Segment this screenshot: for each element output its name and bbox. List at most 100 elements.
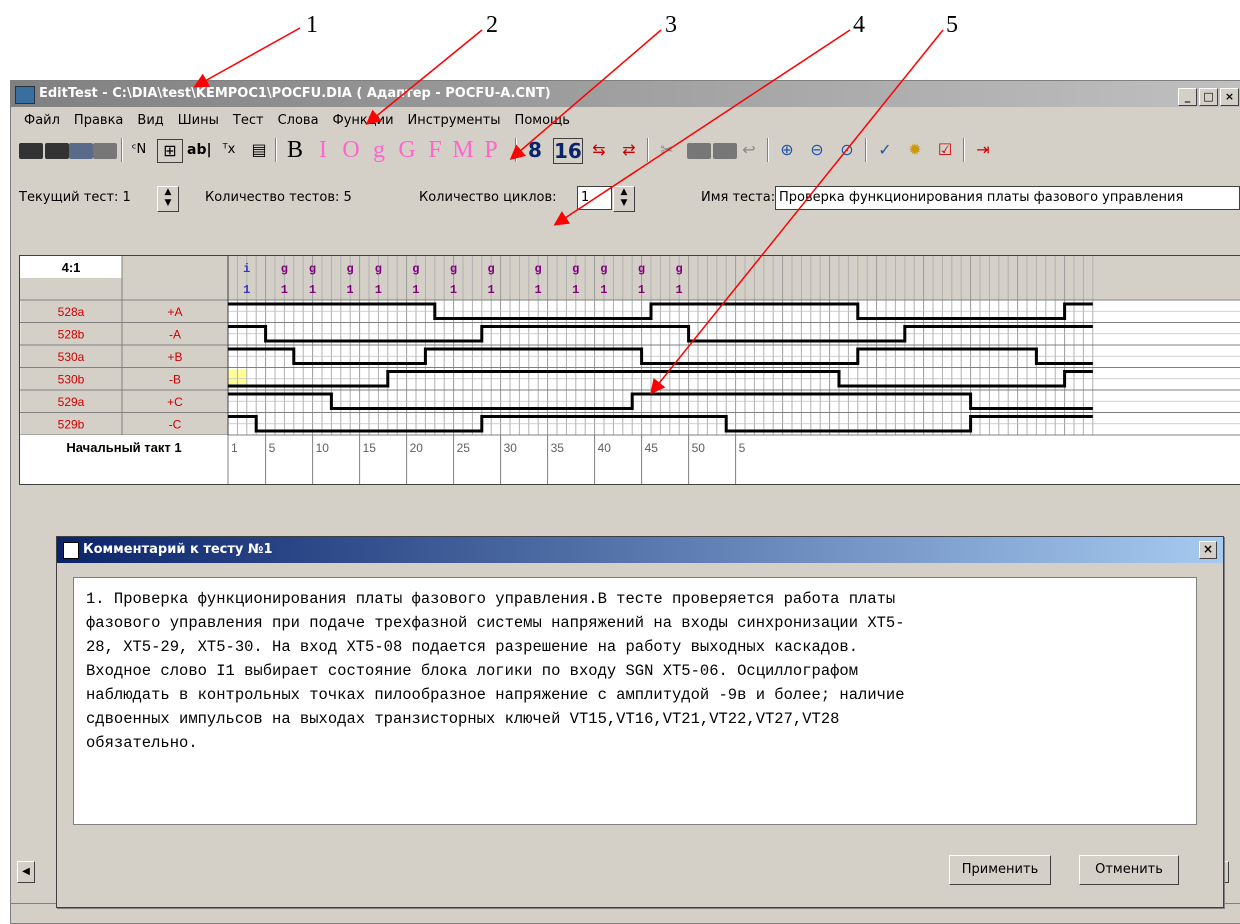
comment-textarea[interactable]: 1. Проверка функционирования платы фазов… <box>73 577 1197 825</box>
maximize-button[interactable]: □ <box>1199 88 1218 106</box>
document-icon[interactable]: ▤ <box>247 137 271 163</box>
dialog-titlebar[interactable]: Комментарий к тесту №1 × <box>57 537 1223 563</box>
timing-diagram[interactable]: 4:1 528a +A 528b -A 530a +B 530b -B 529a +C 529b -C i… <box>19 255 1240 485</box>
current-test-label: Текущий тест: 1 <box>19 190 131 205</box>
scroll-left-button[interactable]: ◀ <box>17 861 35 883</box>
header-mark-number: 1 <box>346 283 353 297</box>
cycle-count-spinner[interactable]: ▲ ▼ <box>613 186 635 212</box>
text-field-button[interactable]: ab| <box>187 137 212 163</box>
copy-icon[interactable] <box>687 143 711 159</box>
toolbar-separator <box>647 138 649 162</box>
bus-icon[interactable]: ᶜN <box>127 137 151 163</box>
menu-file[interactable]: Файл <box>17 111 67 131</box>
menu-bar: Файл Правка Вид Шины Тест Слова Функции Инструм… <box>11 111 1240 131</box>
pin-label-529a: 529a <box>58 395 85 409</box>
menu-words[interactable]: Слова <box>271 111 326 131</box>
header-mark-g: g <box>675 262 682 276</box>
comment-dialog: Комментарий к тесту №1 × 1. Проверка фун… <box>56 536 1224 908</box>
current-test-spinner[interactable]: ▲ ▼ <box>157 186 179 212</box>
menu-edit[interactable]: Правка <box>67 111 130 131</box>
letter-tool-B-button[interactable]: B <box>283 137 307 163</box>
cycle-count-input[interactable]: 1 <box>577 186 612 210</box>
header-mark-number: 1 <box>412 283 419 297</box>
letter-tool-I-button[interactable]: I <box>311 137 335 163</box>
save-icon[interactable] <box>69 143 93 159</box>
letter-tool-O-button[interactable]: O <box>339 137 363 163</box>
header-mark-number: 1 <box>675 283 682 297</box>
cancel-button[interactable]: Отменить <box>1079 855 1179 885</box>
header-mark-g: g <box>346 262 353 276</box>
letter-tool-G-button[interactable]: G <box>395 137 419 163</box>
undo-icon[interactable]: ↩ <box>737 137 761 163</box>
spellcheck-icon[interactable]: ✓ <box>873 137 897 163</box>
cut-icon[interactable]: ✂ <box>655 137 679 163</box>
minimize-button[interactable]: _ <box>1178 88 1197 106</box>
row-label-cell <box>20 412 229 436</box>
base-16-button[interactable]: 16 <box>553 138 583 164</box>
shift-right-icon[interactable]: ⇄ <box>617 137 641 163</box>
menu-view[interactable]: Вид <box>130 111 170 131</box>
header-mark-g: g <box>487 262 494 276</box>
apply-button[interactable]: Применить <box>949 855 1051 885</box>
window-titlebar[interactable]: EditTest - C:\DIA\test\KEMPOC1\POCFU.DIA… <box>11 81 1240 107</box>
menu-buses[interactable]: Шины <box>171 111 226 131</box>
header-mark-number: 1 <box>243 283 250 297</box>
settings-icon[interactable]: ✹ <box>903 137 927 163</box>
paste-icon[interactable] <box>713 143 737 159</box>
callout-4: 4 <box>853 12 865 38</box>
zoom-in-icon[interactable]: ⊕ <box>775 137 799 163</box>
letter-tool-P-button[interactable]: P <box>479 137 503 163</box>
header-mark-g: g <box>412 262 419 276</box>
grid-corner-label: 4:1 <box>62 260 81 275</box>
exit-icon[interactable]: ⇥ <box>971 137 995 163</box>
dialog-close-button[interactable]: × <box>1199 541 1217 559</box>
header-mark-number: 1 <box>487 283 494 297</box>
tick-label: 20 <box>410 441 424 455</box>
signal-label: -C <box>169 418 182 432</box>
header-mark-g: g <box>375 262 382 276</box>
tx-icon[interactable]: ᵀx <box>217 137 241 163</box>
callout-5: 5 <box>946 12 958 38</box>
toolbar-separator <box>767 138 769 162</box>
notepad-icon <box>63 542 79 559</box>
header-mark-g: g <box>534 262 541 276</box>
waveform-icon[interactable]: ⊞ <box>157 139 183 163</box>
tick-label: 45 <box>645 441 659 455</box>
menu-test[interactable]: Тест <box>226 111 271 131</box>
signal-label: +B <box>167 350 182 364</box>
header-mark-number: 1 <box>281 283 288 297</box>
test-parameters-bar: Текущий тест: 1 ▲ ▼ Количество тестов: 5 … <box>11 175 1240 225</box>
zoom-fit-icon[interactable]: ⊙ <box>835 137 859 163</box>
arrow-1 <box>193 27 301 88</box>
app-icon <box>15 86 35 104</box>
start-tick-label: Начальный такт 1 <box>66 440 181 455</box>
row-label-cell <box>20 389 229 413</box>
menu-help[interactable]: Помощь <box>508 111 577 131</box>
zoom-out-icon[interactable]: ⊖ <box>805 137 829 163</box>
letter-tool-F-button[interactable]: F <box>423 137 447 163</box>
open-file-icon[interactable] <box>45 143 69 159</box>
letter-tool-g-button[interactable]: g <box>367 137 391 163</box>
pin-label-530a: 530a <box>58 350 85 364</box>
test-name-input[interactable]: Проверка функционирования платы фазового… <box>775 186 1240 210</box>
print-icon[interactable] <box>93 143 117 159</box>
callout-2: 2 <box>486 12 498 38</box>
letter-tool-M-button[interactable]: M <box>451 137 475 163</box>
signal-label: +A <box>167 305 182 319</box>
checkbox-icon[interactable]: ☑ <box>933 137 957 163</box>
shift-left-icon[interactable]: ⇆ <box>587 137 611 163</box>
tick-label: 25 <box>457 441 471 455</box>
header-mark-number: 1 <box>572 283 579 297</box>
timing-diagram-svg[interactable]: 4:1 528a +A 528b -A 530a +B 530b -B 529a +C 529b -C i… <box>20 256 1240 484</box>
new-file-icon[interactable] <box>19 143 43 159</box>
row-label-cell <box>20 322 229 346</box>
row-label-cell <box>20 367 229 391</box>
header-mark-g: g <box>572 262 579 276</box>
header-mark-number: 1 <box>600 283 607 297</box>
header-mark-number: 1 <box>534 283 541 297</box>
menu-tools[interactable]: Инструменты <box>401 111 508 131</box>
base-8-button[interactable]: 8 <box>523 137 547 163</box>
signal-label: -A <box>169 328 181 342</box>
close-button[interactable]: × <box>1220 88 1239 106</box>
menu-functions[interactable]: Функции <box>326 111 401 131</box>
